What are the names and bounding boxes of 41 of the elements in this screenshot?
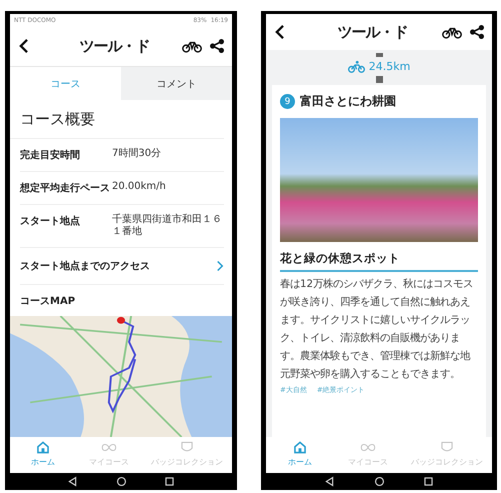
- nav-tab[interactable]: ホーム: [266, 441, 334, 469]
- spot-subtitle: 花と緑の休憩スポット: [280, 242, 478, 272]
- back-icon[interactable]: [67, 476, 78, 486]
- route-marker: [376, 76, 382, 83]
- nav-tab[interactable]: ホーム: [10, 441, 76, 469]
- infinity-icon: [101, 441, 117, 454]
- infinity-icon: [360, 441, 376, 454]
- spot-description: 春は12万株のシバザクラ、秋にはコスモスが咲き誇り、四季を通して自然に触れあえます。サイクリストに嬉しいサイクルラック、トイレ、清涼飲料の自販機があります。農業体験もでき、管理棟では新鮮な地元野菜や卵を購入することもできます。: [280, 277, 474, 382]
- route-marker: [376, 53, 382, 57]
- row-label: スタート地点: [20, 214, 81, 228]
- app-logo: ツール・ド: [78, 36, 150, 56]
- chevron-icon: [216, 260, 224, 272]
- home-icon: [35, 441, 51, 454]
- row-value: 千葉県四街道市和田１６１番地: [112, 214, 223, 238]
- section-title: コース概要: [10, 100, 224, 139]
- back-icon[interactable]: [324, 476, 336, 486]
- home-icon: [292, 441, 308, 454]
- home-icon[interactable]: [116, 476, 126, 486]
- row-label: コースMAP: [20, 295, 76, 308]
- row-label: 完走目安時間: [20, 148, 81, 162]
- back-icon[interactable]: [18, 38, 29, 54]
- badge-icon: [179, 441, 195, 454]
- bicycle-icon[interactable]: [442, 25, 462, 39]
- access-link[interactable]: スタート地点までのアクセス: [20, 248, 224, 285]
- recent-apps-icon[interactable]: [164, 476, 175, 486]
- cyclist-icon: [348, 60, 365, 73]
- distance-label: 24.5km: [368, 60, 410, 73]
- share-icon[interactable]: [470, 25, 484, 39]
- recent-apps-icon[interactable]: [422, 476, 434, 486]
- spot-name: 富田さとにわ耕園: [300, 93, 396, 110]
- app-logo: ツール・ド: [336, 22, 408, 42]
- row-label: 想定平均走行ペース: [20, 181, 111, 195]
- home-icon[interactable]: [374, 476, 384, 486]
- bicycle-icon[interactable]: [182, 39, 202, 53]
- spot-number: 9: [280, 94, 295, 109]
- row-value: 20.00km/h: [112, 181, 167, 193]
- share-icon[interactable]: [210, 39, 224, 53]
- row-value: 7時間30分: [112, 148, 162, 160]
- tab[interactable]: コメント: [121, 67, 232, 100]
- back-icon[interactable]: [274, 24, 285, 40]
- badge-icon: [439, 441, 455, 454]
